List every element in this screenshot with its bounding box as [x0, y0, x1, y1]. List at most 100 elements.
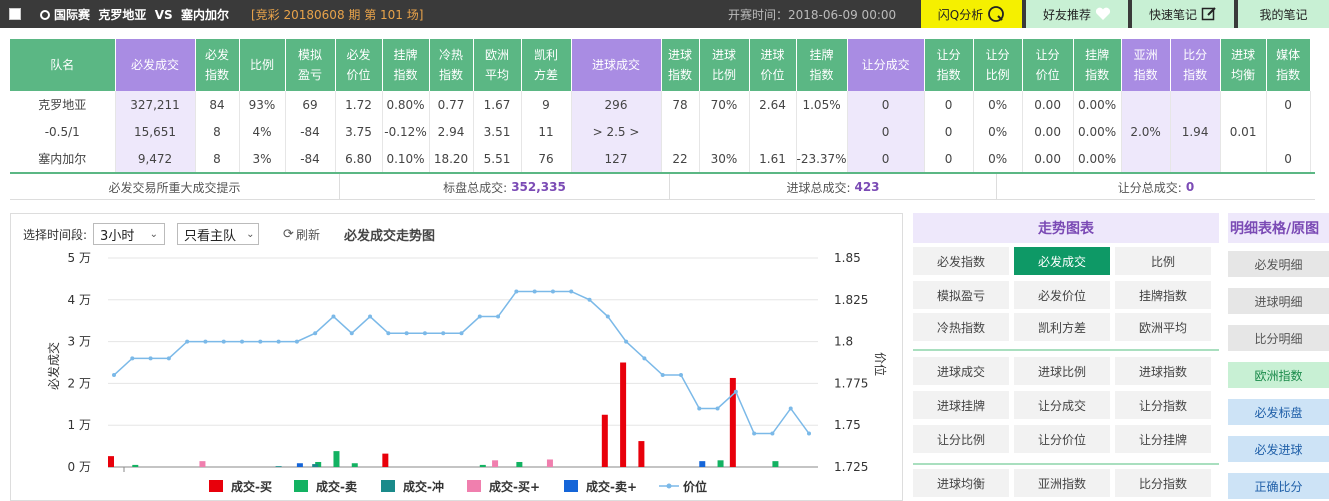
column-header[interactable]: 必发 价位 [335, 39, 383, 91]
column-header[interactable]: 必发 指数 [195, 39, 240, 91]
select-checkbox[interactable] [9, 8, 21, 20]
column-header[interactable]: 让分成交 [847, 39, 925, 91]
trend-button[interactable]: 必发指数 [913, 247, 1009, 275]
my-notes-button[interactable]: 我的笔记 [1238, 0, 1329, 28]
table-cell [749, 118, 797, 145]
legend-swatch [564, 480, 578, 492]
column-header[interactable]: 挂牌 指数 [1073, 39, 1122, 91]
right-axis-title: 价位 [873, 352, 888, 376]
detail-button[interactable]: 正确比分 [1228, 473, 1329, 499]
detail-button[interactable]: 必发明细 [1228, 251, 1329, 277]
table-cell: 8 [195, 145, 240, 172]
price-point [496, 314, 501, 319]
column-header[interactable]: 进球 均衡 [1220, 39, 1267, 91]
price-point [404, 331, 409, 336]
trend-button[interactable]: 进球比例 [1014, 357, 1110, 385]
quick-note-label: 快速笔记 [1148, 7, 1197, 22]
trend-button[interactable]: 进球指数 [1115, 357, 1211, 385]
refresh-button[interactable]: ⟳ 刷新 [283, 226, 320, 243]
column-header[interactable]: 进球 指数 [661, 39, 700, 91]
table-cell: 0 [1266, 91, 1311, 118]
heart-icon [1095, 7, 1111, 20]
column-header[interactable]: 比例 [239, 39, 286, 91]
trend-button[interactable]: 进球挂牌 [913, 391, 1009, 419]
rangfen-total-value: 0 [1185, 180, 1195, 194]
trend-button[interactable]: 必发成交 [1014, 247, 1110, 275]
trend-button[interactable]: 让分指数 [1115, 391, 1211, 419]
volume-bar [275, 466, 282, 467]
column-header[interactable]: 必发成交 [115, 39, 196, 91]
period-select[interactable]: 3小时 ⌄ [93, 223, 166, 245]
trend-button[interactable]: 亚洲指数 [1014, 469, 1110, 497]
trend-button[interactable]: 让分成交 [1014, 391, 1110, 419]
flash-analysis-button[interactable]: 闪Q分析 [921, 0, 1022, 28]
volume-bar [382, 453, 389, 467]
column-header[interactable]: 让分 价位 [1022, 39, 1074, 91]
quick-note-button[interactable]: 快速笔记 [1132, 0, 1234, 28]
flash-analysis-label: 闪Q分析 [937, 7, 984, 22]
big-trade-tip[interactable]: 必发交易所重大成交提示 [10, 174, 340, 200]
table-cell: 18.20 [429, 145, 474, 172]
trend-panel: 走势图表 必发指数 必发成交 比例 模拟盈亏 必发价位 挂牌指数 冷热指数 凯利方差 欧洲平均进… [913, 213, 1219, 501]
trend-button[interactable]: 凯利方差 [1014, 313, 1110, 341]
column-header[interactable]: 欧洲 平均 [473, 39, 522, 91]
table-cell: 0.00% [1073, 145, 1122, 172]
detail-button[interactable]: 必发进球 [1228, 436, 1329, 462]
column-header[interactable]: 比分 指数 [1170, 39, 1221, 91]
price-point [569, 289, 574, 294]
table-cell: 30% [699, 145, 750, 172]
column-header[interactable]: 进球 比例 [699, 39, 750, 91]
detail-button[interactable]: 比分明细 [1228, 325, 1329, 351]
home-team[interactable]: 克罗地亚 [98, 8, 146, 22]
trend-button[interactable]: 冷热指数 [913, 313, 1009, 341]
detail-button[interactable]: 必发标盘 [1228, 399, 1329, 425]
volume-bar [492, 460, 499, 467]
column-header[interactable]: 凯利 方差 [521, 39, 572, 91]
column-header[interactable]: 进球 价位 [749, 39, 797, 91]
away-team[interactable]: 塞内加尔 [181, 8, 229, 22]
volume-bar [699, 461, 706, 467]
column-header[interactable]: 进球成交 [571, 39, 662, 91]
detail-button[interactable]: 进球明细 [1228, 288, 1329, 314]
odds-table: 队名 必发成交 必发 指数 比例 模拟 盈亏 必发 价位 挂牌 指数 冷热 指数 欧洲 平均 凯利… [10, 39, 1311, 172]
column-header[interactable]: 挂牌 指数 [796, 39, 848, 91]
column-header[interactable]: 让分 比例 [973, 39, 1023, 91]
trend-button[interactable]: 进球均衡 [913, 469, 1009, 497]
legend-label: 成交-卖+ [586, 479, 637, 494]
trend-button[interactable]: 让分比例 [913, 425, 1009, 453]
volume-bar [717, 460, 724, 467]
friend-recommend-button[interactable]: 好友推荐 [1026, 0, 1128, 28]
table-cell: 1.61 [749, 145, 797, 172]
volume-bar [351, 463, 358, 467]
column-header[interactable]: 挂牌 指数 [382, 39, 430, 91]
trend-button[interactable]: 欧洲平均 [1115, 313, 1211, 341]
column-header[interactable]: 模拟 盈亏 [285, 39, 336, 91]
volume-bar [638, 441, 645, 467]
column-header[interactable]: 冷热 指数 [429, 39, 474, 91]
trend-button[interactable]: 比分指数 [1115, 469, 1211, 497]
team-select[interactable]: 只看主队 ⌄ [177, 223, 260, 245]
volume-bar [199, 461, 206, 467]
trend-button[interactable]: 模拟盈亏 [913, 281, 1009, 309]
radio-icon [40, 10, 50, 20]
table-cell: 0% [973, 118, 1023, 145]
price-point [331, 314, 336, 319]
column-header[interactable]: 媒体 指数 [1266, 39, 1311, 91]
table-cell [1220, 91, 1267, 118]
left-tick-label: 3 万 [68, 335, 91, 349]
table-cell: 0 [924, 118, 974, 145]
column-header[interactable]: 队名 [10, 39, 116, 91]
table-cell: 2.94 [429, 118, 474, 145]
trend-button[interactable]: 进球成交 [913, 357, 1009, 385]
legend-label: 成交-买 [231, 479, 272, 494]
trend-button[interactable]: 让分挂牌 [1115, 425, 1211, 453]
price-point [678, 373, 683, 378]
trend-button[interactable]: 挂牌指数 [1115, 281, 1211, 309]
trend-button[interactable]: 必发价位 [1014, 281, 1110, 309]
right-tick-label: 1.75 [834, 418, 861, 432]
column-header[interactable]: 亚洲 指数 [1121, 39, 1171, 91]
column-header[interactable]: 让分 指数 [924, 39, 974, 91]
detail-button[interactable]: 欧洲指数 [1228, 362, 1329, 388]
trend-button[interactable]: 让分价位 [1014, 425, 1110, 453]
trend-button[interactable]: 比例 [1115, 247, 1211, 275]
